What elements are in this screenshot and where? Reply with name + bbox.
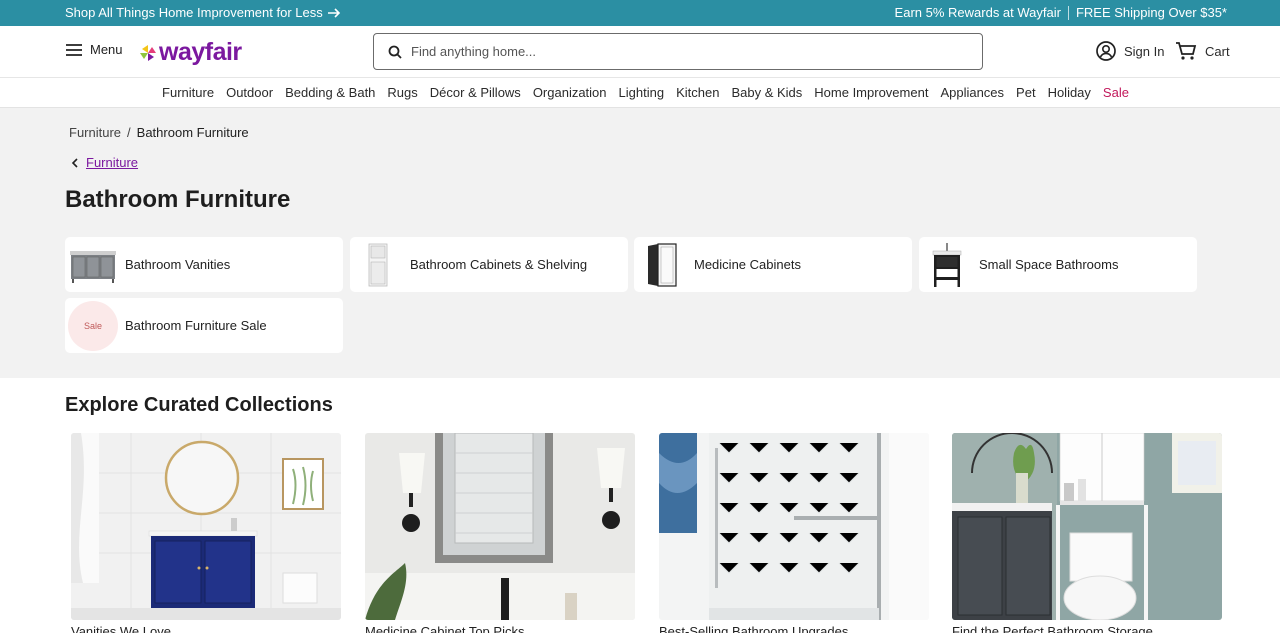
breadcrumb-root[interactable]: Furniture bbox=[69, 125, 121, 140]
collection-card-label[interactable]: Find the Perfect Bathroom Storage bbox=[952, 624, 1222, 633]
logo-pinwheel-icon bbox=[140, 44, 156, 61]
medicine-cabinet-photo bbox=[365, 433, 635, 620]
arrow-right-icon bbox=[327, 7, 340, 18]
category-tile-small-space-bathrooms[interactable]: Small Space Bathrooms bbox=[919, 237, 1197, 292]
nav-item-lighting[interactable]: Lighting bbox=[619, 85, 665, 100]
hamburger-icon bbox=[66, 43, 82, 56]
collection-card-vanities[interactable] bbox=[71, 433, 341, 620]
category-tile-bathroom-cabinets[interactable]: Bathroom Cabinets & Shelving bbox=[350, 237, 628, 292]
nav-item-bedding-bath[interactable]: Bedding & Bath bbox=[285, 85, 375, 100]
navy-vanity-photo bbox=[71, 433, 341, 620]
category-tile-bathroom-furniture-sale[interactable]: Sale Bathroom Furniture Sale bbox=[65, 298, 343, 353]
vanity-thumbnail bbox=[68, 240, 118, 290]
collection-card-label[interactable]: Vanities We Love bbox=[71, 624, 341, 633]
promo-link[interactable]: Shop All Things Home Improvement for Les… bbox=[65, 5, 341, 20]
cabinet-thumbnail bbox=[353, 240, 403, 290]
small-vanity-thumbnail bbox=[922, 240, 972, 290]
nav-item-outdoor[interactable]: Outdoor bbox=[226, 85, 273, 100]
rewards-link[interactable]: Earn 5% Rewards at Wayfair bbox=[895, 5, 1061, 20]
category-tile-label: Bathroom Cabinets & Shelving bbox=[410, 257, 588, 272]
collection-card-label[interactable]: Medicine Cabinet Top Picks bbox=[365, 624, 635, 633]
nav-item-baby-kids[interactable]: Baby & Kids bbox=[731, 85, 802, 100]
breadcrumb: Furniture / Bathroom Furniture bbox=[69, 125, 249, 140]
search-icon bbox=[388, 45, 402, 59]
cart-icon bbox=[1176, 42, 1197, 60]
medicine-cabinet-thumbnail bbox=[637, 240, 687, 290]
page-title: Bathroom Furniture bbox=[65, 186, 291, 213]
storage-photo bbox=[952, 433, 1222, 620]
nav-item-pet[interactable]: Pet bbox=[1016, 85, 1036, 100]
wayfair-logo[interactable]: wayfair bbox=[139, 38, 242, 67]
nav-item-holiday[interactable]: Holiday bbox=[1048, 85, 1091, 100]
cart-button[interactable]: Cart bbox=[1175, 41, 1230, 61]
nav-item-decor-pillows[interactable]: Décor & Pillows bbox=[430, 85, 521, 100]
category-tile-label: Small Space Bathrooms bbox=[979, 257, 1119, 272]
menu-button[interactable]: Menu bbox=[66, 42, 123, 57]
menu-label: Menu bbox=[90, 42, 123, 57]
collection-card-label[interactable]: Best-Selling Bathroom Upgrades bbox=[659, 624, 929, 633]
glass-shower-photo bbox=[659, 433, 929, 620]
account-icon bbox=[1096, 41, 1116, 61]
collection-card-bathroom-storage[interactable] bbox=[952, 433, 1222, 620]
collection-card-shower-upgrades[interactable] bbox=[659, 433, 929, 620]
promo-bar: Shop All Things Home Improvement for Les… bbox=[0, 0, 1280, 26]
nav-item-rugs[interactable]: Rugs bbox=[387, 85, 417, 100]
nav-item-home-improvement[interactable]: Home Improvement bbox=[814, 85, 928, 100]
logo-text: wayfair bbox=[159, 38, 242, 66]
chevron-left-icon bbox=[71, 157, 78, 168]
shipping-link[interactable]: FREE Shipping Over $35* bbox=[1076, 5, 1227, 20]
category-nav: Furniture Outdoor Bedding & Bath Rugs Dé… bbox=[0, 78, 1280, 108]
search-input[interactable] bbox=[411, 44, 931, 59]
nav-item-appliances[interactable]: Appliances bbox=[940, 85, 1004, 100]
nav-item-kitchen[interactable]: Kitchen bbox=[676, 85, 719, 100]
nav-item-sale[interactable]: Sale bbox=[1103, 85, 1129, 100]
sale-badge-text: Sale bbox=[68, 300, 118, 351]
category-tile-medicine-cabinets[interactable]: Medicine Cabinets bbox=[634, 237, 912, 292]
category-tile-label: Bathroom Furniture Sale bbox=[125, 318, 267, 333]
category-tile-bathroom-vanities[interactable]: Bathroom Vanities bbox=[65, 237, 343, 292]
promo-divider bbox=[1067, 5, 1069, 20]
sale-badge: Sale bbox=[68, 300, 118, 351]
breadcrumb-current: Bathroom Furniture bbox=[136, 125, 249, 140]
sign-in-button[interactable]: Sign In bbox=[1096, 41, 1164, 61]
breadcrumb-separator: / bbox=[127, 125, 131, 140]
nav-item-organization[interactable]: Organization bbox=[533, 85, 607, 100]
sign-in-label: Sign In bbox=[1124, 43, 1165, 59]
category-tile-label: Medicine Cabinets bbox=[694, 257, 801, 272]
category-header-section: Furniture / Bathroom Furniture Furniture… bbox=[0, 108, 1280, 378]
back-link-label[interactable]: Furniture bbox=[86, 155, 138, 170]
collection-card-medicine-cabinets[interactable] bbox=[365, 433, 635, 620]
collections-title: Explore Curated Collections bbox=[65, 394, 333, 416]
category-tile-label: Bathroom Vanities bbox=[125, 257, 231, 272]
promo-left-text[interactable]: Shop All Things Home Improvement for Les… bbox=[65, 5, 323, 20]
search-bar[interactable] bbox=[373, 33, 983, 70]
nav-item-furniture[interactable]: Furniture bbox=[162, 85, 214, 100]
back-link[interactable]: Furniture bbox=[71, 155, 138, 170]
cart-label: Cart bbox=[1205, 43, 1230, 59]
site-header: Menu wayfair Sign In Cart bbox=[0, 26, 1280, 78]
